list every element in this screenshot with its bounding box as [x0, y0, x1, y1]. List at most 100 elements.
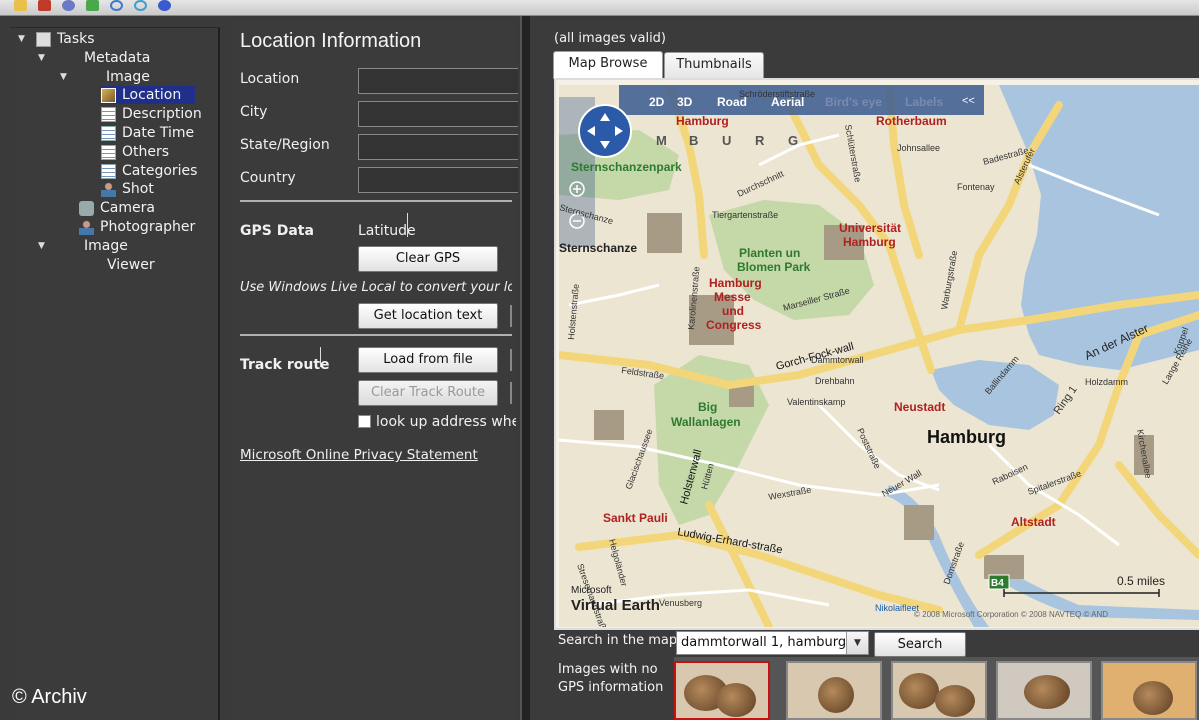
- lookup-address-checkbox[interactable]: [358, 415, 371, 428]
- tree-item-location[interactable]: Location: [101, 86, 196, 104]
- city-label-map: Hamburg: [927, 427, 1006, 447]
- map-copyright: © 2008 Microsoft Corporation © 2008 NAVT…: [914, 610, 1108, 619]
- district-label: Sankt Pauli: [603, 511, 668, 525]
- watermark: © Archiv: [12, 686, 87, 708]
- nav-labels[interactable]: Labels: [905, 95, 943, 109]
- tree-item-others[interactable]: Others: [101, 143, 169, 161]
- street-label: Valentinskamp: [787, 397, 845, 407]
- tree-label: Shot: [122, 181, 154, 197]
- photo-thumbnail[interactable]: [891, 661, 987, 720]
- street-label: Tiergartenstraße: [712, 210, 778, 220]
- nav-2d[interactable]: 2D: [649, 95, 665, 109]
- location-panel: Location Information Location City State…: [226, 20, 518, 720]
- tree-label: Location: [122, 87, 182, 103]
- map-search-input[interactable]: dammtorwall 1, hamburg, ▼: [676, 631, 869, 655]
- photo-thumbnail[interactable]: [786, 661, 882, 720]
- tree-item-camera[interactable]: Camera: [79, 199, 155, 217]
- expand-arrow-icon[interactable]: ▼: [60, 72, 67, 82]
- task-tree: ▼ Tasks ▼ Metadata ▼ Image Location Desc…: [10, 27, 220, 720]
- clear-track-route-button[interactable]: Clear Track Route: [358, 380, 498, 406]
- undo-icon[interactable]: [110, 0, 123, 11]
- tree-label: Image: [84, 238, 128, 254]
- picture-icon: [101, 87, 116, 103]
- tree-item-image-viewer[interactable]: ▼ Image: [38, 237, 128, 255]
- tab-thumbnails[interactable]: Thumbnails: [664, 52, 764, 78]
- road-badge: B4: [991, 578, 1004, 589]
- tree-item-tasks[interactable]: ▼ Tasks: [18, 30, 95, 48]
- district-label: Altstadt: [1011, 515, 1056, 529]
- map-panel: (all images valid) Map Browse Thumbnails: [531, 20, 1199, 720]
- get-location-text-button[interactable]: Get location text: [358, 303, 498, 329]
- expand-arrow-icon[interactable]: ▼: [38, 53, 45, 63]
- state-region-input[interactable]: [358, 134, 518, 160]
- state-region-label: State/Region: [240, 137, 330, 153]
- tree-item-image[interactable]: ▼ Image: [60, 68, 150, 86]
- no-gps-label: Images with no GPS information: [558, 662, 664, 695]
- tree-item-date-time[interactable]: Date Time: [101, 124, 194, 142]
- park-label: Big: [698, 400, 717, 414]
- document-icon: [101, 106, 116, 122]
- puzzle-icon[interactable]: [86, 0, 99, 11]
- tree-item-shot[interactable]: Shot: [101, 180, 154, 198]
- search-button[interactable]: Search: [874, 632, 966, 657]
- close-icon[interactable]: [38, 0, 51, 11]
- park-label: Sternschanzenpark: [571, 160, 682, 174]
- tree-label: Categories: [122, 163, 198, 179]
- folder-icon[interactable]: [14, 0, 27, 11]
- map-search-value: dammtorwall 1, hamburg,: [681, 635, 851, 650]
- person-icon: [79, 219, 94, 235]
- load-from-file-button[interactable]: Load from file: [358, 347, 498, 373]
- clear-gps-button[interactable]: Clear GPS: [358, 246, 498, 272]
- chevron-down-icon[interactable]: ▼: [846, 632, 868, 654]
- help-icon[interactable]: [158, 0, 171, 11]
- park-label: Planten un: [739, 246, 800, 260]
- nav-3d[interactable]: 3D: [677, 95, 693, 109]
- tree-item-categories[interactable]: Categories: [101, 162, 197, 180]
- street-label: Venusberg: [659, 598, 702, 608]
- collapse-icon[interactable]: <<: [962, 95, 975, 107]
- tree-label: Camera: [100, 200, 155, 216]
- tree-item-photographer[interactable]: Photographer: [79, 218, 195, 236]
- location-input[interactable]: [358, 68, 518, 94]
- street-label: Nikolaifleet: [875, 603, 920, 613]
- tree-item-metadata[interactable]: ▼ Metadata: [38, 49, 150, 67]
- lookup-address-label: look up address when: [376, 414, 516, 430]
- brand-line-1: Microsoft: [571, 585, 612, 596]
- map-letter: G: [788, 133, 800, 148]
- pan-compass-icon[interactable]: [578, 104, 632, 158]
- main-toolbar: [0, 0, 1199, 16]
- street-label: Fontenay: [957, 182, 995, 192]
- map-letter: U: [722, 133, 733, 148]
- district-label: Neustadt: [894, 400, 945, 414]
- panel-splitter[interactable]: [520, 16, 530, 720]
- map-view[interactable]: 2D 3D Road Aerial Bird's eye Labels << M…: [559, 85, 1199, 627]
- district-label: Hamburg: [676, 114, 729, 128]
- expand-arrow-icon[interactable]: ▼: [38, 241, 45, 251]
- district-label: Rotherbaum: [876, 114, 947, 128]
- tree-item-viewer[interactable]: Viewer: [107, 256, 155, 274]
- tree-label: Viewer: [107, 257, 155, 273]
- tree-item-description[interactable]: Description: [101, 105, 202, 123]
- expand-arrow-icon[interactable]: ▼: [18, 34, 25, 44]
- person-icon: [101, 181, 116, 197]
- city-input[interactable]: [358, 101, 518, 127]
- map-letter: M: [656, 133, 669, 148]
- photo-thumbnail[interactable]: [674, 661, 770, 720]
- nav-birdseye[interactable]: Bird's eye: [825, 95, 882, 109]
- district-label: Hamburg: [843, 235, 896, 249]
- photo-thumbnail[interactable]: [996, 661, 1092, 720]
- road-map[interactable]: 2D 3D Road Aerial Bird's eye Labels << M…: [559, 85, 1199, 627]
- street-label: Johnsallee: [897, 143, 940, 153]
- tab-map-browse[interactable]: Map Browse: [553, 51, 663, 79]
- location-label: Location: [240, 71, 300, 87]
- district-label: und: [722, 304, 744, 318]
- document-icon: [101, 144, 116, 160]
- search-map-label: Search in the map: [558, 633, 678, 648]
- globe-icon[interactable]: [62, 0, 75, 11]
- photo-thumbnail[interactable]: [1101, 661, 1197, 720]
- divider: [240, 200, 512, 202]
- country-input[interactable]: [358, 167, 518, 193]
- text-cursor: [407, 213, 408, 237]
- refresh-icon[interactable]: [134, 0, 147, 11]
- privacy-link[interactable]: Microsoft Online Privacy Statement: [240, 447, 478, 463]
